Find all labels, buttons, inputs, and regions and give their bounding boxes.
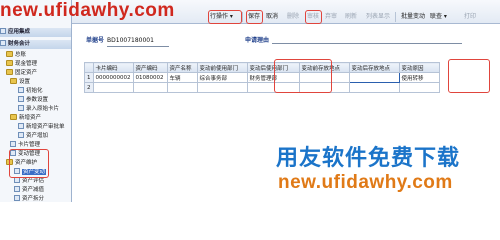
highlight-change-reason bbox=[448, 59, 490, 93]
list-view-button[interactable]: 列表显示 bbox=[366, 12, 390, 22]
unaudit-button[interactable]: 弃审 bbox=[325, 12, 337, 22]
module-icon bbox=[0, 40, 6, 46]
doc-number-label: 单据号 bbox=[86, 37, 105, 44]
highlight-audit bbox=[305, 10, 322, 24]
document-icon bbox=[18, 87, 24, 93]
tree-item-asset-split[interactable]: 资产拆分 bbox=[14, 195, 44, 202]
reason-label: 申请理由 bbox=[245, 37, 270, 44]
tree-item-init[interactable]: 初始化 bbox=[18, 87, 43, 96]
document-icon bbox=[18, 123, 24, 129]
cell-dept-before[interactable]: 综合事务部 bbox=[196, 72, 248, 83]
document-icon bbox=[18, 105, 24, 111]
document-icon bbox=[14, 186, 20, 192]
highlight-dept-after bbox=[274, 59, 332, 93]
tree-item-general-ledger[interactable]: 总账 bbox=[6, 51, 26, 60]
cell-asset-name[interactable]: 车辆 bbox=[166, 72, 198, 83]
document-icon bbox=[18, 96, 24, 102]
cell-asset-name[interactable] bbox=[166, 82, 198, 93]
grid-header-location-after[interactable]: 变动后存放地点 bbox=[348, 62, 400, 73]
cell-change-reason[interactable] bbox=[398, 82, 440, 93]
reason-field: 申请理由 bbox=[245, 36, 463, 46]
asset-change-grid: 卡片编码 资产编码 资产名称 变动前使用部门 变动后使用部门 变动前存放地点 变… bbox=[84, 62, 440, 93]
batch-change-button[interactable]: 批量变动 bbox=[401, 12, 425, 22]
cell-change-reason[interactable]: 使用转移 bbox=[398, 72, 440, 83]
row-number: 1 bbox=[84, 72, 94, 83]
grid-header-change-reason[interactable]: 变动原因 bbox=[398, 62, 440, 73]
grid-header-row: 卡片编码 资产编码 资产名称 变动前使用部门 变动后使用部门 变动前存放地点 变… bbox=[84, 62, 440, 73]
watermark-url-top: new.ufidawhy.com bbox=[0, 0, 175, 21]
tree-item-params[interactable]: 参数设置 bbox=[18, 96, 48, 105]
cell-dept-before[interactable] bbox=[196, 82, 248, 93]
print-button[interactable]: 打印 bbox=[464, 12, 476, 22]
row-number: 2 bbox=[84, 82, 94, 93]
table-row[interactable]: 2 bbox=[84, 82, 440, 93]
grid-header-asset-name[interactable]: 资产名称 bbox=[166, 62, 198, 73]
toolbar-separator bbox=[395, 12, 396, 22]
delete-button[interactable]: 删除 bbox=[287, 12, 299, 22]
tree-item-new-asset-approval[interactable]: 新增资产审批单 bbox=[18, 123, 65, 132]
tree-item-settings[interactable]: 设置 bbox=[10, 78, 30, 87]
document-icon bbox=[10, 141, 16, 147]
tree-item-fixed-assets[interactable]: 固定资产 bbox=[6, 69, 37, 78]
folder-icon bbox=[6, 60, 13, 66]
refresh-button[interactable]: 刷新 bbox=[345, 12, 357, 22]
cell-asset-code[interactable]: 01080002 bbox=[132, 72, 168, 83]
tree-item-new-assets[interactable]: 新增资产 bbox=[10, 114, 41, 123]
cell-location-after[interactable] bbox=[348, 72, 400, 83]
grid-header-card-code[interactable]: 卡片编码 bbox=[92, 62, 134, 73]
folder-icon bbox=[6, 51, 13, 57]
grid-header-rownum bbox=[84, 62, 94, 73]
doc-number-value[interactable]: BD1007180001 bbox=[107, 36, 170, 47]
tree-item-finance[interactable]: 财务会计 bbox=[0, 40, 71, 49]
tree-item-app-integration[interactable]: 应用集成 bbox=[0, 28, 71, 37]
reason-input[interactable] bbox=[272, 36, 463, 44]
document-icon bbox=[18, 132, 24, 138]
cell-card-code[interactable]: 0000000002 bbox=[92, 72, 134, 83]
tree-item-asset-add[interactable]: 资产增加 bbox=[18, 132, 48, 141]
tree-item-original-card[interactable]: 录入原始卡片 bbox=[18, 105, 59, 114]
cancel-button[interactable]: 取消 bbox=[266, 12, 278, 22]
folder-icon bbox=[6, 69, 13, 75]
module-icon bbox=[0, 28, 6, 34]
grid-header-asset-code[interactable]: 资产编码 bbox=[132, 62, 168, 73]
toolbar-separator bbox=[242, 12, 243, 22]
table-row[interactable]: 1 0000000002 01080002 车辆 综合事务部 财务管理部 使用转… bbox=[84, 72, 440, 83]
tree-item-asset-evaluation[interactable]: 资产评估 bbox=[14, 177, 44, 186]
document-icon bbox=[14, 195, 20, 201]
tree-item-cash[interactable]: 现金管理 bbox=[6, 60, 37, 69]
tree-item-asset-impairment[interactable]: 资产减值 bbox=[14, 186, 44, 195]
folder-icon bbox=[10, 78, 17, 84]
watermark-url-bottom: new.ufidawhy.com bbox=[278, 172, 453, 193]
highlight-save bbox=[246, 10, 263, 24]
folder-icon bbox=[10, 114, 17, 120]
doc-number-field: 单据号 BD1007180001 bbox=[86, 36, 170, 47]
cell-card-code[interactable] bbox=[92, 82, 134, 93]
cell-asset-code[interactable] bbox=[132, 82, 168, 93]
nav-tree: 应用集成 财务会计 总账 现金管理 固定资产 设置 初始化 参数设置 录入原始卡… bbox=[0, 0, 72, 202]
highlight-asset-maintenance bbox=[9, 149, 49, 178]
watermark-promo-text: 用友软件免费下载 bbox=[276, 146, 461, 171]
grid-header-dept-before[interactable]: 变动前使用部门 bbox=[196, 62, 248, 73]
cell-location-after[interactable] bbox=[348, 82, 400, 93]
query-dropdown-button[interactable]: 联查 ▾ bbox=[430, 12, 447, 22]
highlight-row-operation bbox=[208, 10, 242, 24]
